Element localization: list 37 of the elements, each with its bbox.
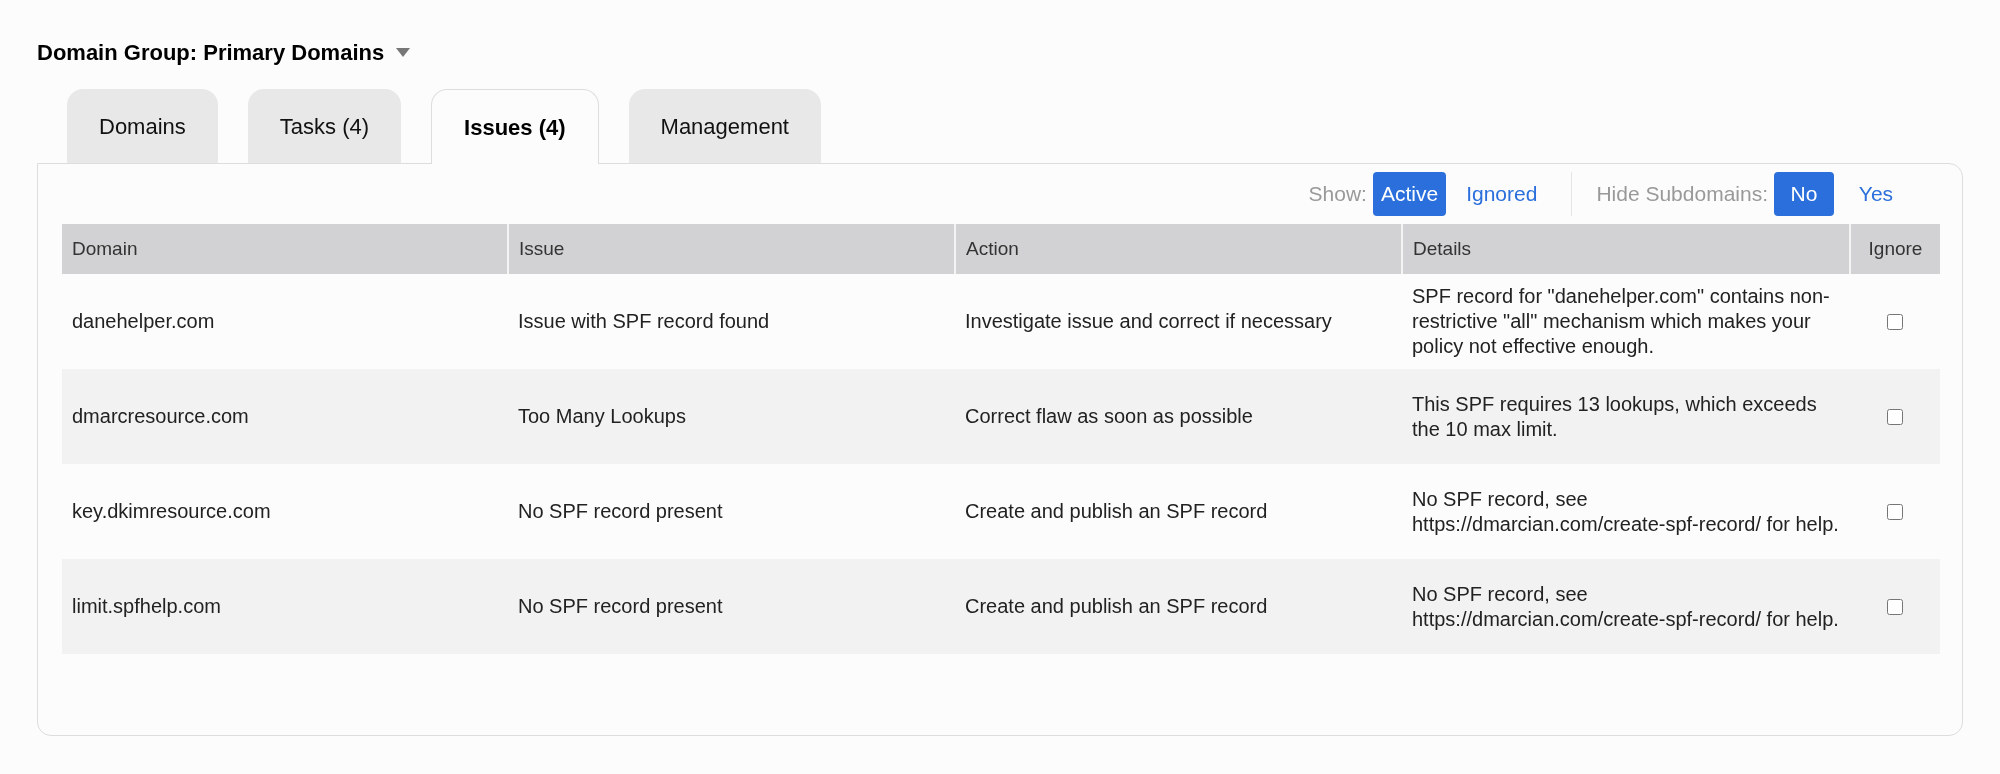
table-cell: SPF record for "danehelper.com" contains non-restrictive "all" mechanism which makes your policy not effective enough. bbox=[1412, 285, 1830, 357]
column-header: Ignore bbox=[1850, 224, 1940, 274]
table-cell: Too Many Lookups bbox=[518, 405, 686, 427]
table-cell: limit.spfhelp.com bbox=[72, 595, 221, 617]
table-cell: Create and publish an SPF record bbox=[965, 595, 1268, 617]
table-cell: dmarcresource.com bbox=[72, 405, 249, 427]
filter-option[interactable]: Yes bbox=[1846, 172, 1906, 216]
caret-icon[interactable] bbox=[396, 48, 411, 57]
table-cell: Create and publish an SPF record bbox=[965, 500, 1268, 522]
tab[interactable]: Issues (4) bbox=[431, 89, 599, 164]
ignore-checkbox[interactable] bbox=[1887, 504, 1903, 521]
column-header: Issue bbox=[508, 224, 955, 274]
table-cell: Issue with SPF record found bbox=[518, 310, 770, 332]
domain-group-title[interactable]: Domain Group: Primary Domains bbox=[37, 36, 385, 69]
filter-option[interactable]: Ignored bbox=[1458, 172, 1546, 216]
table-cell: This SPF requires 13 lookups, which exceeds the 10 max limit. bbox=[1412, 392, 1817, 440]
table-cell: Investigate issue and correct if necessary bbox=[965, 310, 1332, 332]
table-cell: No SPF record present bbox=[518, 500, 723, 522]
filter-option[interactable]: Active bbox=[1372, 172, 1447, 216]
ignore-checkbox[interactable] bbox=[1887, 314, 1903, 331]
ignore-checkbox[interactable] bbox=[1887, 599, 1903, 616]
column-header: Action bbox=[955, 224, 1402, 274]
column-header: Domain bbox=[62, 224, 508, 274]
ignore-checkbox[interactable] bbox=[1887, 409, 1903, 426]
table-cell: No SPF record, see https://dmarcian.com/create-spf-record/ for help. bbox=[1412, 582, 1839, 630]
column-header: Details bbox=[1402, 224, 1850, 274]
table-cell: key.dkimresource.com bbox=[72, 500, 271, 522]
filter-label: Hide Subdomains: bbox=[1596, 181, 1768, 208]
table-cell: No SPF record present bbox=[518, 595, 723, 617]
table-cell: danehelper.com bbox=[72, 310, 215, 332]
tab[interactable]: Management bbox=[628, 89, 821, 163]
filter-label: Show: bbox=[1308, 181, 1367, 208]
table-cell: No SPF record, see https://dmarcian.com/create-spf-record/ for help. bbox=[1412, 487, 1839, 535]
tab[interactable]: Tasks (4) bbox=[247, 89, 402, 163]
table-cell: Correct flaw as soon as possible bbox=[965, 405, 1253, 427]
tab[interactable]: Domains bbox=[67, 89, 218, 163]
filter-option[interactable]: No bbox=[1774, 172, 1834, 216]
